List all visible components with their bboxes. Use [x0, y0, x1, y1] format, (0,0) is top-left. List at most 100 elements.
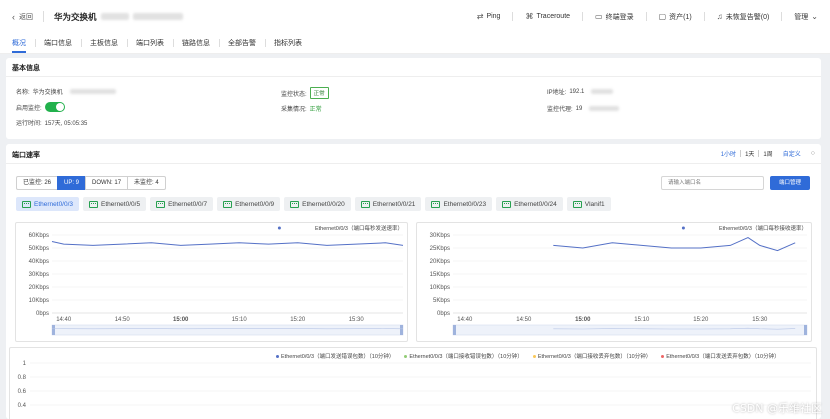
terminal-login-button[interactable]: ▭ 终端登录 — [595, 12, 634, 22]
legend-dot — [532, 354, 536, 358]
tab-4[interactable]: 链路信息 — [173, 38, 219, 53]
name-value: 华为交换机 — [32, 90, 63, 96]
proxy-row: 监控代理: 19 — [547, 104, 620, 113]
ping-icon: ⇄ — [476, 12, 484, 21]
port-manage-button[interactable]: 端口管理 — [770, 176, 810, 190]
tab-5[interactable]: 全部告警 — [219, 38, 265, 53]
send-rate-chart-svg: 0bps 10Kbps 20Kbps 30Kbps 40Kbps 50Kbps 60Kbps… — [29, 224, 404, 336]
proxy-label: 监控代理: — [547, 107, 573, 113]
name-label: 名称: — [16, 90, 30, 96]
collect-status-row: 采集情况: 正常 — [281, 104, 322, 113]
port-chip[interactable]: Ethernet0/0/21 — [354, 197, 422, 211]
status-filter-button[interactable]: UP: 9 — [57, 176, 87, 190]
port-icon — [431, 200, 441, 208]
tab-3[interactable]: 端口列表 — [127, 38, 173, 53]
port-chip[interactable]: Ethernet0/0/20 — [284, 197, 351, 211]
assets-button-label: 资产(1) — [669, 13, 692, 21]
section-title: 端口速率 — [12, 152, 40, 159]
y-tick-label: 0.4 — [18, 403, 27, 409]
back-button[interactable]: ‹ 返回 — [12, 12, 33, 22]
manage-menu-label: 管理 — [794, 13, 809, 21]
x-tick-label: 15:30 — [349, 317, 365, 323]
port-chip-label: Ethernet0/0/20 — [302, 200, 345, 208]
series-line — [51, 241, 404, 246]
bell-icon: ♫ — [716, 12, 723, 21]
ip-value: 192.1 — [569, 88, 585, 95]
legend-dot — [661, 354, 665, 358]
zoom-slider[interactable] — [51, 324, 404, 336]
port-icon — [156, 200, 166, 208]
manage-menu[interactable]: 管理 ⌄ — [794, 12, 818, 22]
port-chip[interactable]: Ethernet0/0/24 — [496, 197, 563, 211]
tab-0[interactable]: 概况 — [12, 38, 35, 53]
receive-rate-chart-svg: 0bps 5Kbps 10Kbps 15Kbps 20Kbps 25Kbps 30Kbps 1… — [430, 224, 808, 336]
x-tick-label: 14:50 — [115, 317, 131, 323]
enable-monitor-toggle[interactable] — [44, 102, 65, 112]
port-icon — [89, 200, 99, 208]
port-chip[interactable]: Ethernet0/0/3 — [16, 197, 80, 211]
traceroute-button-label: Traceroute — [536, 13, 571, 20]
port-icon — [223, 200, 233, 208]
x-tick-label: 15:00 — [173, 317, 189, 323]
ip-label: IP地址: — [547, 90, 567, 96]
y-tick-label: 0.6 — [18, 389, 27, 395]
time-range-option[interactable]: 1天 — [745, 149, 754, 158]
port-chip[interactable]: Ethernet0/0/9 — [217, 197, 281, 211]
ping-button[interactable]: ⇄ Ping — [477, 12, 501, 21]
back-label: 返回 — [19, 13, 33, 21]
unrecovered-alarm-button-label: 未恢复告警(0) — [725, 13, 770, 21]
tab-6[interactable]: 指标列表 — [265, 38, 311, 53]
zoom-slider[interactable] — [452, 324, 808, 336]
port-chip[interactable]: Ethernet0/0/23 — [425, 197, 493, 211]
legend-dot — [681, 226, 685, 230]
y-tick-label: 15Kbps — [430, 272, 450, 278]
divider — [43, 11, 44, 22]
port-chip[interactable]: Vlanif1 — [566, 197, 611, 211]
x-tick-label: 14:40 — [56, 317, 72, 323]
port-icon — [572, 200, 582, 208]
monitor-status-row: 监控状态: 正常 — [281, 87, 329, 99]
x-tick-label: 15:10 — [232, 317, 248, 323]
zoom-handle-right[interactable] — [804, 325, 807, 335]
refresh-icon[interactable]: ○ — [811, 150, 815, 157]
time-range-option[interactable]: 1周 — [763, 149, 772, 158]
proxy-value: 19 — [575, 105, 583, 112]
tab-1[interactable]: 端口信息 — [35, 38, 81, 53]
x-tick-label: 15:10 — [634, 317, 650, 323]
status-filter-button[interactable]: DOWN: 17 — [85, 176, 129, 190]
ping-button-label: Ping — [486, 13, 501, 20]
assets-button[interactable]: ▢ 资产(1) — [659, 12, 692, 22]
traceroute-icon: ⌘ — [525, 12, 534, 21]
divider — [740, 150, 742, 157]
time-range-selector: 1小时 1天 1周 自定义 ○ — [721, 149, 815, 158]
custom-range-button[interactable]: 自定义 — [783, 149, 801, 158]
folder-icon: ▢ — [658, 12, 667, 21]
port-search-input[interactable] — [661, 176, 764, 190]
zoom-handle-right[interactable] — [400, 325, 403, 335]
device-title: 华为交换机 — [54, 11, 97, 22]
zoom-handle-left[interactable] — [52, 325, 55, 335]
port-chip-label: Ethernet0/0/7 — [168, 200, 208, 208]
traceroute-button[interactable]: ⌘ Traceroute — [525, 12, 570, 21]
port-chip[interactable]: Ethernet0/0/5 — [83, 197, 147, 211]
divider — [6, 76, 821, 77]
time-range-option[interactable]: 1小时 — [721, 149, 736, 158]
enable-monitor-row: 启用监控: — [16, 102, 65, 112]
status-filter-button[interactable]: 未监控: 4 — [127, 176, 166, 190]
port-icon — [360, 200, 370, 208]
y-tick-label: 20Kbps — [430, 259, 450, 265]
port-chip-label: Ethernet0/0/5 — [101, 200, 141, 208]
uptime-label: 运行时间: — [16, 121, 42, 127]
port-icon — [22, 200, 31, 208]
port-chip-label: Ethernet0/0/23 — [443, 200, 487, 208]
status-filter-button[interactable]: 已监控: 26 — [16, 176, 59, 190]
y-tick-label: 25Kbps — [430, 246, 450, 252]
x-tick-label: 15:00 — [575, 317, 591, 323]
divider — [582, 12, 584, 21]
port-chip[interactable]: Ethernet0/0/7 — [150, 197, 214, 211]
unrecovered-alarm-button[interactable]: ♫ 未恢复告警(0) — [717, 12, 770, 22]
redacted-text — [69, 89, 116, 94]
tab-2[interactable]: 主板信息 — [81, 38, 127, 53]
zoom-handle-left[interactable] — [453, 325, 456, 335]
chevron-left-icon: ‹ — [12, 11, 15, 22]
